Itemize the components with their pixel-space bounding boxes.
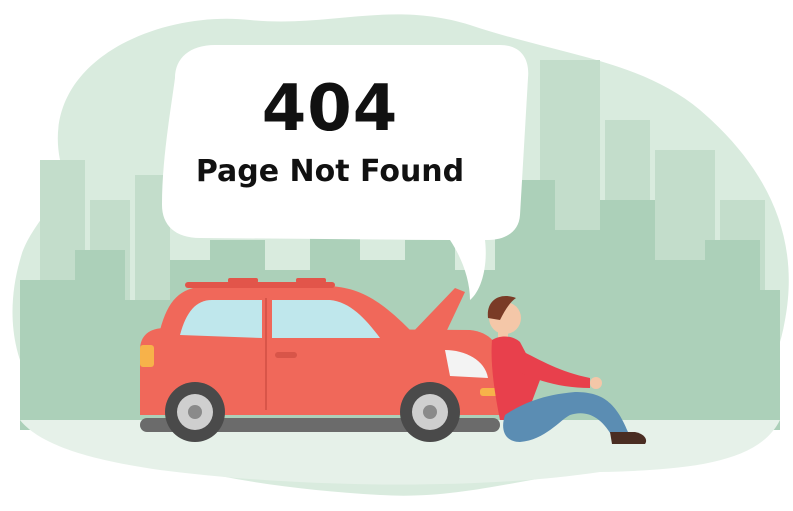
error-message-block: 404 Page Not Found <box>160 70 500 192</box>
not-found-scene: 404 Page Not Found <box>0 0 793 511</box>
error-message: Page Not Found <box>195 154 465 189</box>
error-code: 404 <box>261 72 399 146</box>
